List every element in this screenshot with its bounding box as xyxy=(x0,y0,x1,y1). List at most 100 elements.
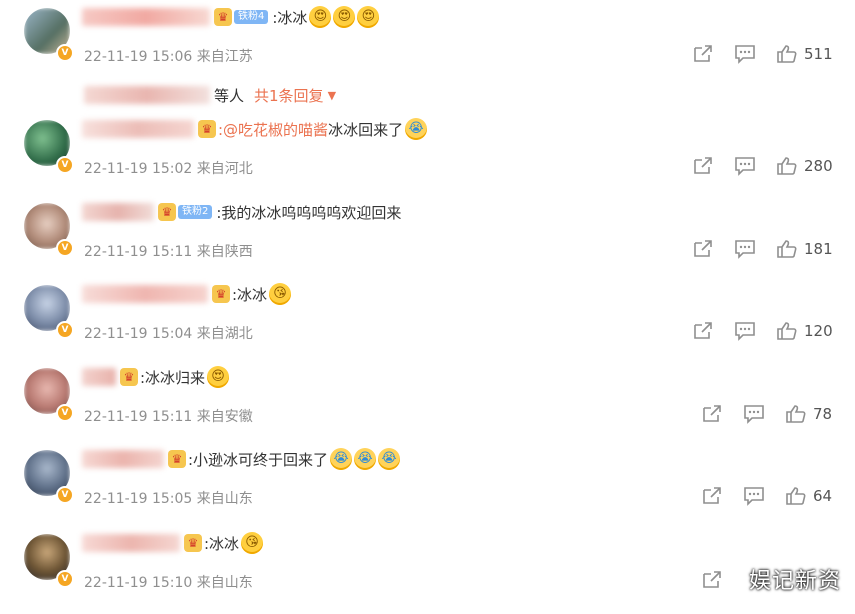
comment-text: :我的冰冰呜呜呜呜欢迎回来 xyxy=(216,203,402,222)
comment-actions: 120 xyxy=(692,321,833,341)
share-icon[interactable] xyxy=(692,321,714,341)
crown-icon: ♛ xyxy=(198,120,216,138)
reply-suffix: 等人 xyxy=(214,86,245,105)
comment-text: 冰冰回来了 xyxy=(328,120,404,139)
comment-time: 22-11-19 15:02 xyxy=(84,161,193,177)
emoji-crying-icon: 😭 xyxy=(354,448,377,470)
comment-item: V ♛ :冰冰 😘 22-11-19 15:10 来自山东 xyxy=(0,532,855,614)
like-count: 120 xyxy=(804,322,833,340)
crown-icon: ♛ xyxy=(214,8,232,26)
comment-text: :小逊冰可终于回来了 xyxy=(188,450,329,469)
comment-time: 22-11-19 15:05 xyxy=(84,491,193,507)
chevron-down-icon[interactable]: ▼ xyxy=(328,89,336,102)
comment-meta: 22-11-19 15:02 来自河北 xyxy=(84,158,253,178)
emoji-crying-icon: 😭 xyxy=(330,448,353,470)
thumbs-up-icon[interactable] xyxy=(776,239,798,259)
emoji-love-icon: 😘 xyxy=(241,532,264,554)
username-blurred[interactable] xyxy=(82,203,154,221)
username-blurred[interactable] xyxy=(82,8,210,26)
share-icon[interactable] xyxy=(692,44,714,64)
thumbs-up-icon[interactable] xyxy=(785,486,807,506)
username-blurred[interactable] xyxy=(82,285,208,303)
fan-badge: 铁粉2 xyxy=(178,205,213,219)
comment-item: V ♛ :冰冰归来 😍 22-11-19 15:11 来自安徽 78 xyxy=(0,366,855,448)
comment-actions: 181 xyxy=(692,239,833,259)
comment-icon[interactable] xyxy=(734,239,756,259)
comment-meta: 22-11-19 15:11 来自陕西 xyxy=(84,241,253,261)
share-icon[interactable] xyxy=(701,404,723,424)
verified-badge-icon: V xyxy=(56,156,74,174)
share-icon[interactable] xyxy=(692,239,714,259)
comment-icon[interactable] xyxy=(743,404,765,424)
like-count: 64 xyxy=(813,487,833,505)
comment-time: 22-11-19 15:11 xyxy=(84,244,193,260)
thumbs-up-icon[interactable] xyxy=(785,404,807,424)
comment-location: 来自湖北 xyxy=(196,326,253,342)
verified-badge-icon: V xyxy=(56,321,74,339)
username-blurred[interactable] xyxy=(82,368,116,386)
comment-text: :冰冰归来 xyxy=(140,368,206,387)
comment-item: V ♛ 铁粉4 :冰冰 😍 😍 😍 22-11-19 15:06 来自江苏 51… xyxy=(0,6,855,105)
crown-icon: ♛ xyxy=(158,203,176,221)
crown-icon: ♛ xyxy=(120,368,138,386)
emoji-crying-icon: 😭 xyxy=(378,448,401,470)
like-count: 181 xyxy=(804,240,833,258)
verified-badge-icon: V xyxy=(56,570,74,588)
comment-actions: 78 xyxy=(701,404,832,424)
comment-item: V ♛ :小逊冰可终于回来了 😭 😭 😭 22-11-19 15:05 来自山东… xyxy=(0,448,855,530)
username-blurred[interactable] xyxy=(82,534,180,552)
crown-icon: ♛ xyxy=(168,450,186,468)
comment-time: 22-11-19 15:11 xyxy=(84,409,193,425)
share-icon[interactable] xyxy=(692,156,714,176)
comment-location: 来自陕西 xyxy=(196,244,253,260)
like-count: 280 xyxy=(804,157,833,175)
comment-icon[interactable] xyxy=(734,321,756,341)
comment-location: 来自山东 xyxy=(196,491,253,507)
comment-text: :冰冰 xyxy=(204,534,240,553)
like-count: 78 xyxy=(813,405,833,423)
mention-link[interactable]: :@吃花椒的喵酱 xyxy=(218,119,328,140)
comment-icon[interactable] xyxy=(743,486,765,506)
comment-actions: 511 xyxy=(692,44,833,64)
comment-item: V ♛ 铁粉2 :我的冰冰呜呜呜呜欢迎回来 22-11-19 15:11 来自陕… xyxy=(0,203,855,283)
comment-time: 22-11-19 15:06 xyxy=(84,49,193,65)
share-icon[interactable] xyxy=(701,486,723,506)
emoji-heart-eyes-icon: 😍 xyxy=(309,6,332,28)
emoji-heart-eyes-icon: 😍 xyxy=(333,6,356,28)
emoji-heart-eyes-icon: 😍 xyxy=(357,6,380,28)
comment-meta: 22-11-19 15:06 来自江苏 xyxy=(84,46,253,66)
emoji-crying-icon: 😭 xyxy=(405,118,428,140)
emoji-love-icon: 😘 xyxy=(269,283,292,305)
verified-badge-icon: V xyxy=(56,44,74,62)
comment-icon[interactable] xyxy=(734,156,756,176)
like-count: 511 xyxy=(804,45,833,63)
comment-meta: 22-11-19 15:10 来自山东 xyxy=(84,572,253,592)
replies-summary[interactable]: 等人 共1条回复 ▼ xyxy=(84,84,336,106)
comment-icon[interactable] xyxy=(734,44,756,64)
comment-item: V ♛ :冰冰 😘 22-11-19 15:04 来自湖北 120 xyxy=(0,283,855,365)
comment-text: :冰冰 xyxy=(232,285,268,304)
username-blurred[interactable] xyxy=(82,450,164,468)
username-blurred[interactable] xyxy=(82,120,194,138)
comment-actions xyxy=(701,570,723,590)
comment-actions: 280 xyxy=(692,156,833,176)
comment-meta: 22-11-19 15:04 来自湖北 xyxy=(84,323,253,343)
comment-meta: 22-11-19 15:11 来自安徽 xyxy=(84,406,253,426)
comment-location: 来自山东 xyxy=(196,575,253,591)
verified-badge-icon: V xyxy=(56,239,74,257)
comment-actions: 64 xyxy=(701,486,832,506)
thumbs-up-icon[interactable] xyxy=(776,44,798,64)
thumbs-up-icon[interactable] xyxy=(776,156,798,176)
comment-time: 22-11-19 15:04 xyxy=(84,326,193,342)
verified-badge-icon: V xyxy=(56,404,74,422)
comment-meta: 22-11-19 15:05 来自山东 xyxy=(84,488,253,508)
share-icon[interactable] xyxy=(701,570,723,590)
fan-badge: 铁粉4 xyxy=(234,10,269,24)
comment-location: 来自江苏 xyxy=(196,49,253,65)
reply-count-link[interactable]: 共1条回复 xyxy=(254,85,324,106)
emoji-heart-eyes-icon: 😍 xyxy=(207,366,230,388)
thumbs-up-icon[interactable] xyxy=(776,321,798,341)
comment-text: :冰冰 xyxy=(272,8,308,27)
comment-location: 来自安徽 xyxy=(196,409,253,425)
crown-icon: ♛ xyxy=(184,534,202,552)
